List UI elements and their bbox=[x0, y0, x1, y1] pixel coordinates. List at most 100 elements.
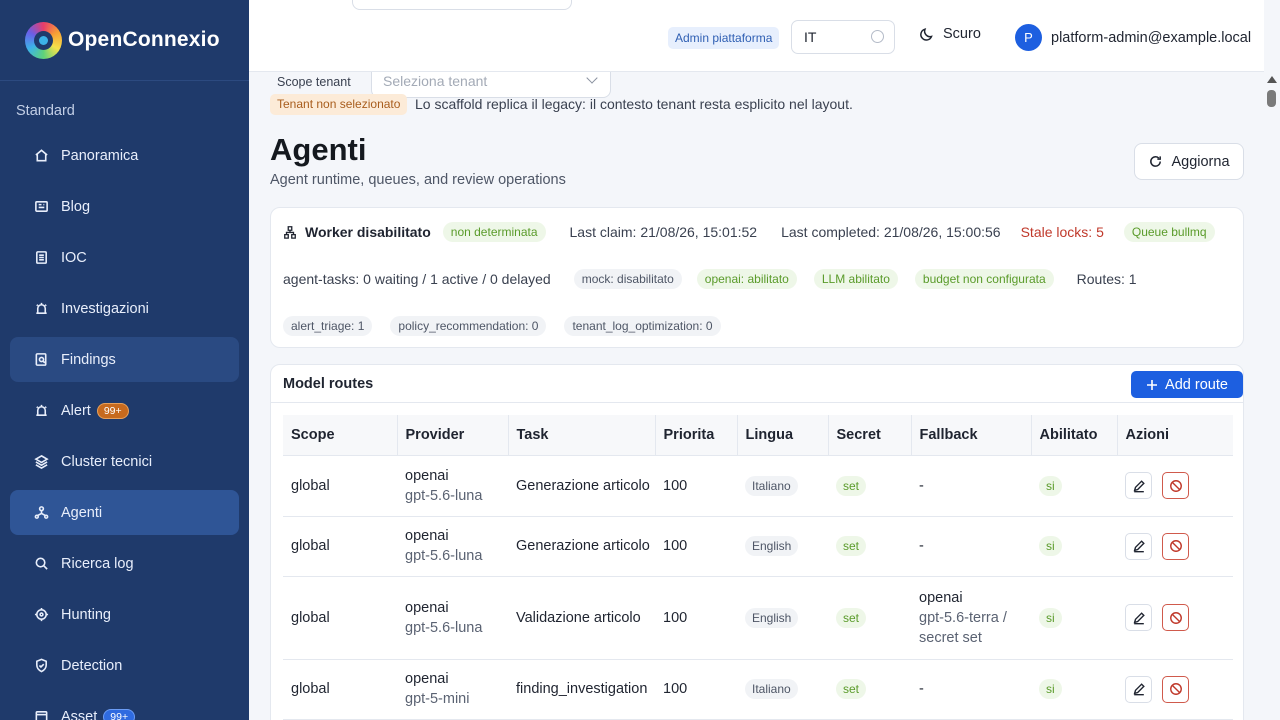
table-row[interactable]: global openai gpt-5.6-luna Generazione a… bbox=[283, 516, 1233, 577]
counter-badge: tenant_log_optimization: 0 bbox=[564, 316, 721, 336]
sidebar-item-panoramica[interactable]: Panoramica bbox=[10, 133, 239, 178]
column-header-fallback[interactable]: Fallback bbox=[911, 415, 1032, 456]
column-header-provider[interactable]: Provider bbox=[397, 415, 509, 456]
column-header-priority[interactable]: Priorita bbox=[655, 415, 738, 456]
sidebar-item-cluster-tecnici[interactable]: Cluster tecnici bbox=[10, 439, 239, 484]
cell-provider: openai gpt-5.6-luna bbox=[397, 516, 508, 577]
disable-route-button[interactable] bbox=[1162, 472, 1190, 499]
plus-icon bbox=[1147, 379, 1158, 390]
fallback-line: - bbox=[919, 477, 924, 494]
disable-route-button[interactable] bbox=[1162, 532, 1190, 560]
page-scrollbar[interactable] bbox=[1264, 72, 1280, 720]
routes-table: Scope Provider Task Priorita Lingua Secr… bbox=[283, 415, 1233, 720]
sidebar-item-hunting[interactable]: Hunting bbox=[10, 592, 239, 637]
ban-icon bbox=[1169, 479, 1182, 492]
language-badge: English bbox=[745, 607, 799, 628]
enabled-badge: si bbox=[1039, 536, 1062, 556]
theme-label: Scuro bbox=[943, 26, 981, 42]
sidebar-item-label: IOC bbox=[61, 249, 87, 266]
moon-icon bbox=[920, 28, 933, 41]
box-icon bbox=[33, 709, 49, 720]
cell-task: Validazione articolo bbox=[508, 576, 655, 660]
sidebar-item-blog[interactable]: Blog bbox=[10, 184, 239, 229]
table-row[interactable]: global openai gpt-5.6-luna Validazione a… bbox=[283, 576, 1233, 660]
alarm-icon bbox=[33, 403, 49, 419]
sidebar-item-ioc[interactable]: IOC bbox=[10, 235, 239, 280]
tenant-status-badge: Tenant non selezionato bbox=[270, 94, 408, 115]
shield-icon bbox=[33, 658, 49, 674]
model-name: gpt-5.6-luna bbox=[405, 548, 483, 564]
sidebar-item-investigazioni[interactable]: Investigazioni bbox=[10, 286, 239, 331]
document-icon bbox=[33, 250, 49, 266]
sidebar: OpenConnexio Standard Panoramica Blog IO… bbox=[0, 0, 249, 720]
pencil-icon bbox=[1133, 540, 1145, 553]
tenant-select[interactable]: Seleziona tenant bbox=[371, 72, 611, 98]
ban-icon bbox=[1169, 540, 1182, 552]
sidebar-item-agenti[interactable]: Agenti bbox=[10, 490, 239, 535]
disable-route-button[interactable] bbox=[1162, 604, 1190, 631]
scroll-thumb[interactable] bbox=[1267, 90, 1276, 107]
last-completed: Last completed: 21/08/26, 15:00:56 bbox=[781, 224, 1001, 240]
sidebar-item-label: Detection bbox=[61, 657, 123, 674]
sidebar-item-asset[interactable]: Asset 99+ bbox=[10, 694, 239, 720]
scroll-up-arrow-icon[interactable] bbox=[1267, 76, 1277, 83]
cell-priority: 100 bbox=[655, 455, 737, 517]
openai-badge: openai: abilitato bbox=[696, 269, 797, 289]
asset-count-badge: 99+ bbox=[103, 708, 136, 720]
sidebar-item-detection[interactable]: Detection bbox=[10, 643, 239, 688]
refresh-button[interactable]: Aggiorna bbox=[1134, 143, 1244, 180]
routes-count: Routes: 1 bbox=[1076, 271, 1137, 287]
disable-route-button[interactable] bbox=[1162, 675, 1190, 703]
logo-icon bbox=[25, 21, 62, 59]
table-row[interactable]: global openai gpt-5.6-luna Generazione a… bbox=[283, 455, 1233, 517]
column-header-language[interactable]: Lingua bbox=[737, 415, 829, 456]
top-search-field[interactable] bbox=[352, 0, 572, 10]
cell-priority: 100 bbox=[655, 659, 737, 720]
cell-language: English bbox=[737, 516, 828, 577]
home-icon bbox=[33, 148, 49, 164]
edit-route-button[interactable] bbox=[1125, 675, 1152, 703]
edit-route-button[interactable] bbox=[1125, 532, 1152, 560]
add-route-button[interactable]: Add route bbox=[1131, 371, 1243, 398]
sidebar-item-label: Ricerca log bbox=[61, 555, 134, 572]
cell-fallback: - bbox=[911, 516, 1031, 577]
pencil-icon bbox=[1133, 683, 1145, 696]
sidebar-item-ricerca-log[interactable]: Ricerca log bbox=[10, 541, 239, 586]
column-header-secret[interactable]: Secret bbox=[828, 415, 912, 456]
sidebar-item-label: Panoramica bbox=[61, 147, 139, 164]
brand[interactable]: OpenConnexio bbox=[0, 0, 249, 81]
provider-name: openai bbox=[405, 528, 449, 544]
worker-config-row: agent-tasks: 0 waiting / 1 active / 0 de… bbox=[283, 269, 1137, 289]
newspaper-icon bbox=[33, 199, 49, 215]
cell-language: English bbox=[737, 576, 828, 660]
language-badge: Italiano bbox=[745, 679, 798, 699]
theme-toggle-button[interactable]: Scuro bbox=[919, 26, 981, 42]
edit-route-button[interactable] bbox=[1125, 604, 1152, 631]
column-header-enabled[interactable]: Abilitato bbox=[1031, 415, 1118, 456]
cell-provider: openai gpt-5.6-luna bbox=[397, 455, 508, 517]
user-menu[interactable]: P platform-admin@example.local bbox=[1015, 24, 1251, 51]
column-header-scope[interactable]: Scope bbox=[283, 415, 398, 456]
alert-count-badge: 99+ bbox=[96, 402, 129, 419]
cell-scope: global bbox=[283, 455, 397, 517]
cell-secret: set bbox=[828, 455, 911, 517]
table-row[interactable]: global openai gpt-5-mini finding_investi… bbox=[283, 659, 1233, 720]
worker-title-label: Worker disabilitato bbox=[305, 224, 431, 240]
budget-badge: budget non configurata bbox=[914, 269, 1054, 289]
queue-badge: Queue bullmq bbox=[1123, 222, 1215, 242]
cell-language: Italiano bbox=[737, 455, 828, 517]
sidebar-item-alert[interactable]: Alert 99+ bbox=[10, 388, 239, 433]
role-badge: Admin piattaforma bbox=[668, 27, 780, 49]
language-badge: Italiano bbox=[745, 475, 798, 496]
language-select[interactable]: IT bbox=[791, 20, 895, 54]
secret-badge: set bbox=[836, 607, 867, 628]
cell-priority: 100 bbox=[655, 576, 737, 660]
alarm-icon bbox=[33, 301, 49, 317]
sidebar-item-findings[interactable]: Findings bbox=[10, 337, 239, 382]
last-claim: Last claim: 21/08/26, 15:01:52 bbox=[569, 224, 758, 240]
edit-route-button[interactable] bbox=[1125, 472, 1152, 499]
column-header-task[interactable]: Task bbox=[508, 415, 656, 456]
fallback-line: secret set bbox=[919, 629, 982, 646]
scope-tenant-label: Scope tenant bbox=[277, 75, 351, 89]
column-header-actions: Azioni bbox=[1117, 415, 1233, 456]
